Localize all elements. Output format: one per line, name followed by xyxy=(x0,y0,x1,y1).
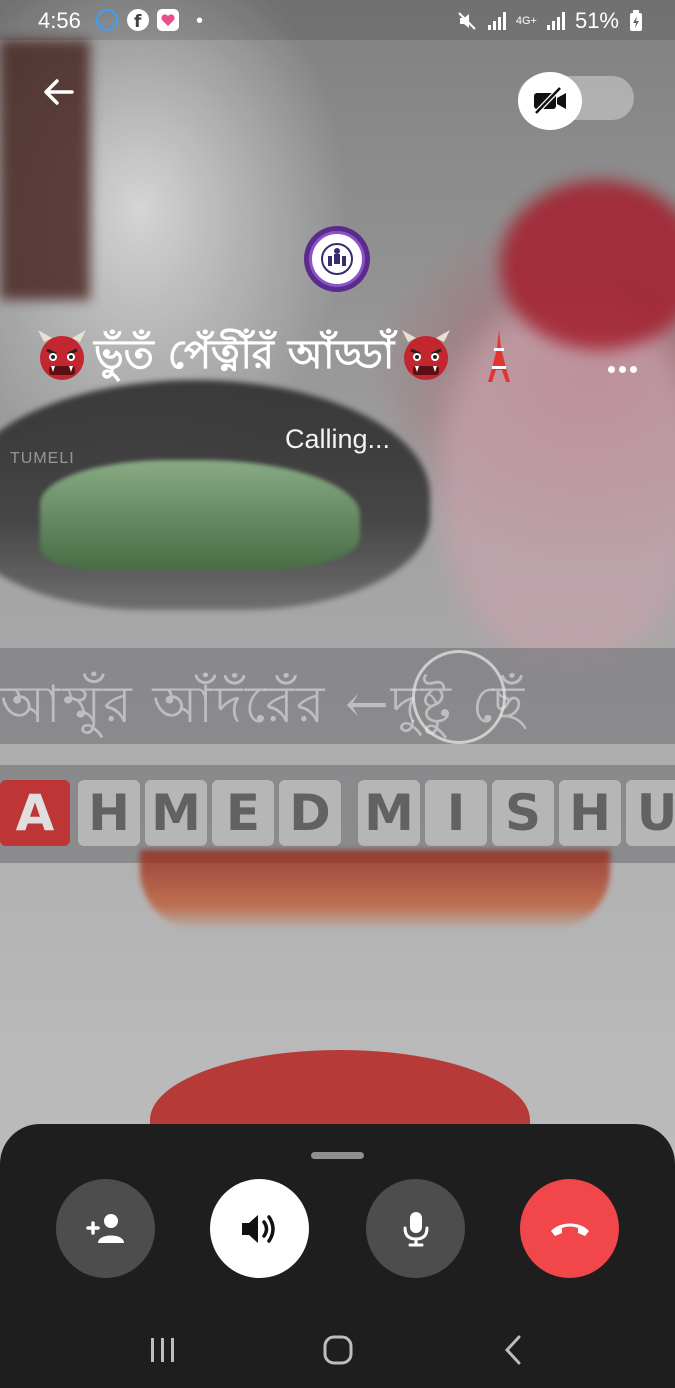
status-time: 4:56 xyxy=(38,8,81,33)
imo-icon: imo xyxy=(96,9,118,31)
speaker-button[interactable] xyxy=(210,1179,309,1278)
video-toggle-knob[interactable] xyxy=(518,72,582,130)
more-options-button[interactable] xyxy=(608,354,648,384)
end-call-icon xyxy=(550,1223,589,1236)
end-call-button[interactable] xyxy=(520,1179,619,1278)
battery-percent: 51% xyxy=(574,8,619,33)
system-back-button[interactable] xyxy=(484,1320,544,1380)
notification-dot-icon: • xyxy=(196,10,204,32)
svg-text:imo: imo xyxy=(100,19,113,27)
battery-charging-icon xyxy=(630,10,642,31)
ogre-emoji-icon-2 xyxy=(402,330,451,380)
back-button[interactable] xyxy=(36,70,82,116)
more-dot-icon xyxy=(608,365,615,373)
add-person-button[interactable] xyxy=(56,1179,155,1278)
video-off-icon xyxy=(534,86,566,115)
status-bar: 4:56 imo f • 4G+ 51% xyxy=(0,0,675,40)
mute-microphone-button[interactable] xyxy=(366,1179,465,1278)
home-icon xyxy=(323,1335,353,1365)
more-dot-icon xyxy=(630,365,637,373)
signal-icon xyxy=(487,12,506,30)
svg-text:f: f xyxy=(134,12,142,31)
back-arrow-icon xyxy=(44,79,74,105)
ogre-emoji-icon xyxy=(38,330,86,380)
group-avatar xyxy=(304,226,370,292)
group-logo-icon xyxy=(321,243,353,275)
group-name: ভুঁতঁ পেঁত্নীঁরঁ আঁড্ডাঁ xyxy=(94,331,395,378)
mute-icon xyxy=(458,12,476,30)
network-type: 4G+ xyxy=(515,15,537,27)
call-status: Calling... xyxy=(284,424,391,454)
microphone-icon xyxy=(403,1211,428,1246)
tokyo-tower-emoji-icon xyxy=(488,330,511,382)
speaker-icon xyxy=(241,1214,275,1243)
sheet-drag-handle[interactable] xyxy=(311,1152,364,1159)
gallery-icon xyxy=(157,9,179,31)
more-dot-icon xyxy=(619,365,626,373)
chevron-left-icon xyxy=(504,1335,521,1365)
home-button[interactable] xyxy=(308,1320,368,1380)
add-person-icon xyxy=(85,1213,124,1243)
group-name-row: ভুঁতঁ পেঁত্নীঁরঁ আঁড্ডাঁ xyxy=(34,326,634,386)
signal-icon-2 xyxy=(546,12,565,30)
recent-apps-button[interactable] xyxy=(133,1320,193,1380)
recent-apps-icon xyxy=(151,1338,174,1362)
facebook-icon: f xyxy=(127,9,149,32)
